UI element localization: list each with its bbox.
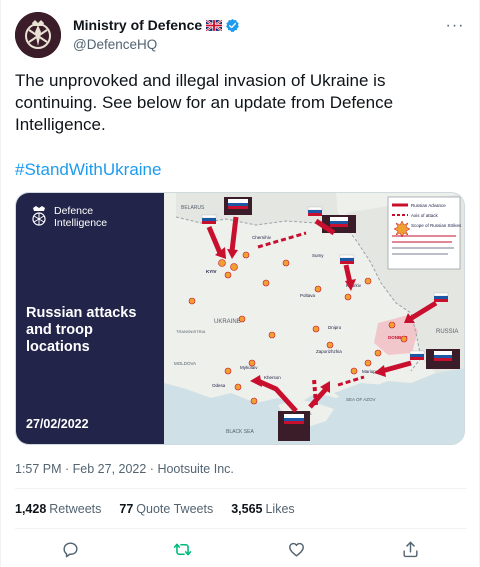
graphic-title: Russian attacks and troop locations <box>26 305 137 355</box>
defence-intelligence-logo: Defence Intelligence <box>30 205 107 229</box>
retweets-stat[interactable]: 1,428 Retweets <box>15 502 101 516</box>
avatar[interactable] <box>15 12 61 58</box>
label-poltava: Poltava <box>300 293 316 298</box>
tweet-text: The unprovoked and illegal invasion of U… <box>15 71 394 134</box>
southern-airborne-grouping-marker <box>278 411 310 441</box>
label-belarus: BELARUS <box>181 205 205 211</box>
graphic-date: 27/02/2022 <box>26 417 89 431</box>
mod-crest-icon <box>15 12 61 58</box>
reply-button[interactable] <box>59 538 81 560</box>
more-dots-icon: ··· <box>445 17 465 34</box>
retweet-button[interactable] <box>171 538 193 560</box>
likes-count: 3,565 <box>231 502 263 516</box>
label-mykolaiv: Mykolaiv <box>240 365 258 370</box>
brand-line-1: Defence <box>54 205 94 217</box>
quote-tweets-count: 77 <box>119 502 134 516</box>
southern-grouping-marker <box>426 349 460 369</box>
engagement-stats: 1,428 Retweets 77 Quote Tweets 3,565 Likes <box>15 502 313 516</box>
reply-icon <box>62 541 78 557</box>
label-black-sea: BLACK SEA <box>226 429 254 435</box>
like-icon <box>288 542 304 557</box>
brand-line-2: Intelligence <box>54 217 108 229</box>
info-panel: Defence Intelligence Russian attacks and… <box>16 193 164 444</box>
legend-strikes: Scope of Russian Strikes <box>411 223 462 228</box>
crest-icon <box>32 206 46 226</box>
author-display-name[interactable]: Ministry of Defence <box>73 17 202 33</box>
divider <box>15 528 467 529</box>
label-dnipro: Dnipro <box>328 325 342 330</box>
russian-flag-marker <box>307 206 323 216</box>
label-kherson: Kherson <box>264 375 281 380</box>
retweets-label: Retweets <box>49 502 102 516</box>
like-button[interactable] <box>285 538 307 560</box>
author-handle[interactable]: @DefenceHQ <box>73 37 240 52</box>
russian-flag-marker <box>339 254 355 264</box>
legend-axis: Axis of attack <box>411 213 439 218</box>
central-grouping-marker <box>224 197 252 215</box>
share-button[interactable] <box>399 538 421 560</box>
label-zaporizhzhia: Zaporizhzhia <box>316 349 342 354</box>
legend-advance: Russian Advance <box>411 203 446 208</box>
russian-flag-marker <box>409 350 425 360</box>
hashtag-link[interactable]: #StandWithUkraine <box>15 160 161 180</box>
tweet-timestamp[interactable]: 1:57 PM · Feb 27, 2022 · Hootsuite Inc. <box>15 462 234 476</box>
retweet-icon <box>173 543 191 555</box>
tweet-image[interactable]: Russian Advance Axis of attack Scope of … <box>15 192 465 445</box>
label-moldova: MOLDOVA <box>174 361 196 366</box>
retweets-count: 1,428 <box>15 502 47 516</box>
share-icon <box>402 541 418 557</box>
verified-badge-icon <box>226 18 240 32</box>
label-transnistria: TRANSNISTRIA <box>176 329 206 334</box>
label-sumy: Sumy <box>312 253 324 258</box>
label-odesa: Odesa <box>212 383 226 388</box>
tweet-header: Ministry of Defence @DefenceHQ ··· <box>15 12 467 60</box>
quote-tweets-label: Quote Tweets <box>136 502 214 516</box>
divider <box>15 488 467 489</box>
label-russia: RUSSIA <box>436 329 458 335</box>
more-options-button[interactable]: ··· <box>443 16 467 36</box>
quote-tweets-stat[interactable]: 77 Quote Tweets <box>119 502 213 516</box>
uk-flag-icon <box>206 19 223 31</box>
russian-flag-marker <box>201 214 217 224</box>
russian-flag-marker <box>433 292 449 302</box>
label-chernihiv: Chernihiv <box>252 235 272 240</box>
likes-label: Likes <box>265 502 295 516</box>
label-kyiv: KYIV <box>206 269 217 274</box>
label-sea-of-azov: SEA OF AZOV <box>346 397 376 402</box>
action-bar <box>15 538 467 560</box>
label-ukraine: UKRAINE <box>214 319 241 325</box>
likes-stat[interactable]: 3,565 Likes <box>231 502 294 516</box>
tweet-card: Ministry of Defence @DefenceHQ ··· The u… <box>0 0 480 567</box>
author-names: Ministry of Defence @DefenceHQ <box>73 16 240 52</box>
